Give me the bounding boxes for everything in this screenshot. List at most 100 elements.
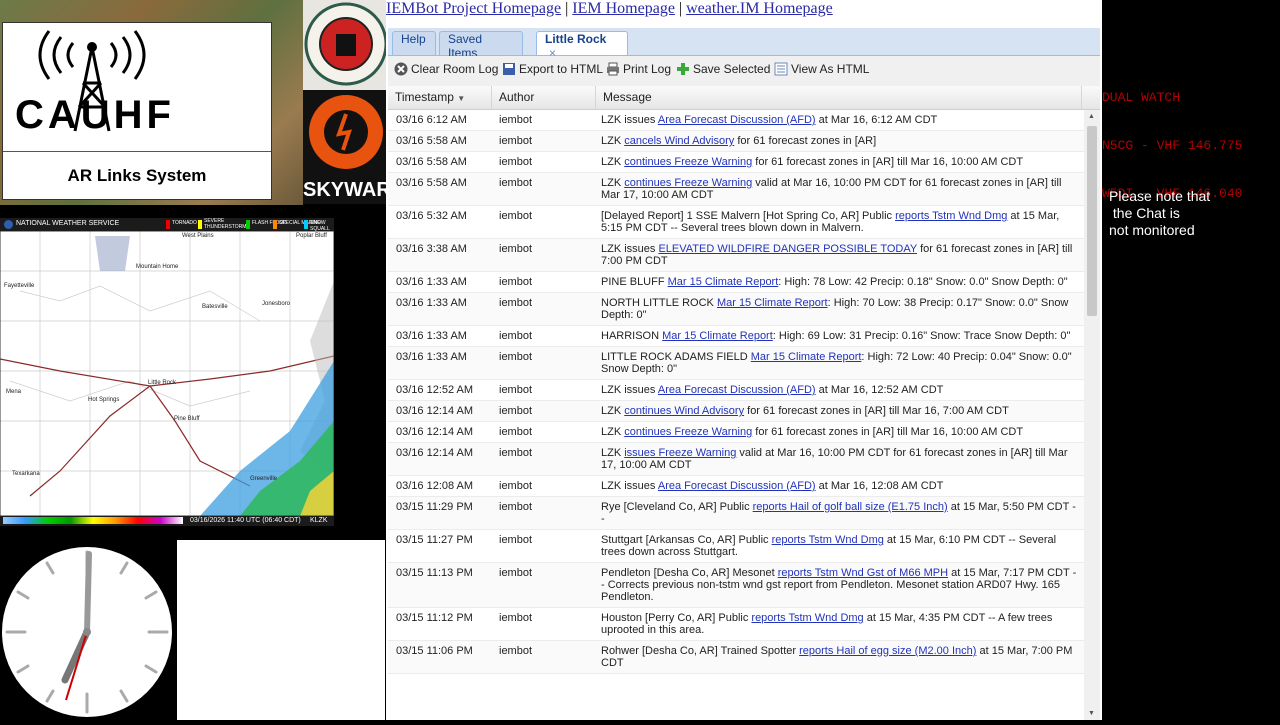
table-row[interactable]: 03/15 11:13 PM iembot Pendleton [Desha Co,… [388, 563, 1084, 608]
message-link[interactable]: reports Tstm Wnd Dmg [895, 210, 1007, 222]
city-label: Batesville [202, 304, 228, 310]
cell-author: iembot [499, 156, 533, 168]
table-row[interactable]: 03/16 6:12 AM iembot LZK issues Area Forec… [388, 110, 1084, 131]
cell-author: iembot [499, 243, 533, 255]
table-row[interactable]: 03/16 3:38 AM iembot LZK issues ELEVATED W… [388, 239, 1084, 272]
table-row[interactable]: 03/16 12:14 AM iembot LZK issues Freeze Wa… [388, 443, 1084, 476]
message-link[interactable]: Area Forecast Discussion (AFD) [658, 114, 816, 126]
view-as-html-button[interactable]: View As HTML [774, 62, 869, 80]
cell-timestamp: 03/16 12:14 AM [396, 405, 474, 417]
column-header-timestamp[interactable]: Timestamp ▼ [388, 86, 492, 109]
message-link[interactable]: Mar 15 Climate Report [717, 297, 828, 309]
tab-bar: Help Saved Items Little Rock × [388, 28, 1100, 60]
table-row[interactable]: 03/16 5:58 AM iembot LZK continues Freeze … [388, 173, 1084, 206]
message-text: LZK [601, 135, 625, 147]
table-row[interactable]: 03/16 12:08 AM iembot LZK issues Area Fore… [388, 476, 1084, 497]
clock-minute-hand [84, 551, 92, 635]
column-header-label: Timestamp [395, 90, 454, 104]
message-link[interactable]: reports Hail of golf ball size (E1.75 In… [753, 501, 948, 513]
cell-author: iembot [499, 501, 533, 513]
scrollbar-thumb[interactable] [1087, 126, 1097, 316]
message-link[interactable]: Area Forecast Discussion (AFD) [658, 480, 816, 492]
cell-timestamp: 03/16 5:32 AM [396, 210, 467, 222]
message-text: for 61 forecast zones in [AR] till Mar 1… [752, 156, 1024, 168]
cell-timestamp: 03/16 5:58 AM [396, 177, 467, 189]
message-link[interactable]: continues Freeze Warning [624, 156, 752, 168]
city-label: Mountain Home [136, 264, 179, 270]
tab-label: Little Rock [545, 32, 607, 46]
message-text: at Mar 16, 12:08 AM CDT [815, 480, 944, 492]
message-link[interactable]: issues Freeze Warning [624, 447, 736, 459]
view-as-html-label: View As HTML [791, 62, 870, 76]
message-link[interactable]: continues Wind Advisory [624, 405, 744, 417]
message-text: LZK issues [601, 114, 658, 126]
skywarn-logo: SKYWARN [303, 90, 406, 204]
link-iem-homepage[interactable]: IEM Homepage [572, 0, 675, 17]
table-row[interactable]: 03/16 5:32 AM iembot [Delayed Report] 1 SS… [388, 206, 1084, 239]
table-row[interactable]: 03/15 11:06 PM iembot Rohwer [Desha Co, AR… [388, 641, 1084, 674]
cell-message: Rye [Cleveland Co, AR] Public reports Ha… [601, 497, 1078, 529]
table-row[interactable]: 03/15 11:27 PM iembot Stuttgart [Arkansas … [388, 530, 1084, 563]
cell-author: iembot [499, 426, 533, 438]
cell-message: Rohwer [Desha Co, AR] Trained Spotter re… [601, 641, 1078, 673]
table-row[interactable]: 03/15 11:12 PM iembot Houston [Perry Co, A… [388, 608, 1084, 641]
message-link[interactable]: Area Forecast Discussion (AFD) [658, 384, 816, 396]
message-link[interactable]: cancels Wind Advisory [624, 135, 734, 147]
cell-message: NORTH LITTLE ROCK Mar 15 Climate Report:… [601, 293, 1078, 325]
table-row[interactable]: 03/16 5:58 AM iembot LZK continues Freeze … [388, 152, 1084, 173]
table-row[interactable]: 03/15 11:29 PM iembot Rye [Cleveland Co, A… [388, 497, 1084, 530]
message-link[interactable]: Mar 15 Climate Report [668, 276, 779, 288]
message-link[interactable]: continues Freeze Warning [624, 426, 752, 438]
message-text: LZK [601, 405, 625, 417]
message-link[interactable]: continues Freeze Warning [624, 177, 752, 189]
table-row[interactable]: 03/16 12:14 AM iembot LZK continues Wind A… [388, 401, 1084, 422]
column-header-label: Message [603, 90, 652, 104]
tab-saved-items[interactable]: Saved Items [439, 31, 523, 60]
message-link[interactable]: reports Tstm Wnd Dmg [772, 534, 884, 546]
tab-little-rock[interactable]: Little Rock × [536, 31, 628, 60]
table-row[interactable]: 03/16 1:33 AM iembot LITTLE ROCK ADAMS FIE… [388, 347, 1084, 380]
message-text: Houston [Perry Co, AR] Public [601, 612, 752, 624]
print-log-button[interactable]: Print Log [606, 62, 671, 80]
table-row[interactable]: 03/16 1:33 AM iembot NORTH LITTLE ROCK Mar… [388, 293, 1084, 326]
message-text: NORTH LITTLE ROCK [601, 297, 717, 309]
cell-message: LZK continues Freeze Warning for 61 fore… [601, 152, 1078, 172]
cell-message: LZK continues Freeze Warning valid at Ma… [601, 173, 1078, 205]
table-row[interactable]: 03/16 1:33 AM iembot HARRISON Mar 15 Clima… [388, 326, 1084, 347]
tab-help[interactable]: Help [392, 31, 436, 55]
save-selected-button[interactable]: Save Selected [676, 62, 770, 80]
table-row[interactable]: 03/16 1:33 AM iembot PINE BLUFF Mar 15 Cli… [388, 272, 1084, 293]
scroll-up-icon[interactable]: ▲ [1088, 113, 1095, 120]
plus-icon [677, 63, 689, 75]
message-link[interactable]: reports Tstm Wnd Gst of M66 MPH [778, 567, 948, 579]
message-text: PINE BLUFF [601, 276, 668, 288]
cell-author: iembot [499, 405, 533, 417]
logo-sub-text: AR Links System [3, 151, 271, 200]
cell-message: LZK continues Wind Advisory for 61 forec… [601, 401, 1078, 421]
link-weather-im-homepage[interactable]: weather.IM Homepage [686, 0, 833, 17]
cell-author: iembot [499, 210, 533, 222]
city-label: Greenville [250, 476, 278, 482]
message-link[interactable]: reports Hail of egg size (M2.00 Inch) [799, 645, 976, 657]
cell-message: LZK issues ELEVATED WILDFIRE DANGER POSS… [601, 239, 1078, 271]
table-row[interactable]: 03/16 5:58 AM iembot LZK cancels Wind Advi… [388, 131, 1084, 152]
skywarn-label: SKYWARN [303, 179, 406, 201]
column-header-author[interactable]: Author [492, 86, 596, 109]
message-link[interactable]: reports Tstm Wnd Dmg [751, 612, 863, 624]
cell-message: Houston [Perry Co, AR] Public reports Ts… [601, 608, 1078, 640]
link-iembot-homepage[interactable]: IEMBot Project Homepage [386, 0, 561, 17]
export-to-html-button[interactable]: Export to HTML [502, 62, 603, 80]
message-link[interactable]: Mar 15 Climate Report [662, 330, 773, 342]
vertical-scrollbar[interactable]: ▲ ▼ [1084, 110, 1100, 720]
legend-severe: SEVERE THUNDERSTORM [204, 218, 247, 230]
cell-author: iembot [499, 447, 533, 459]
clear-room-log-button[interactable]: Clear Room Log [394, 62, 498, 80]
table-row[interactable]: 03/16 12:14 AM iembot LZK continues Freeze… [388, 422, 1084, 443]
cell-timestamp: 03/15 11:06 PM [396, 645, 473, 657]
column-header-message[interactable]: Message [596, 86, 1082, 109]
table-row[interactable]: 03/16 12:52 AM iembot LZK issues Area Fore… [388, 380, 1084, 401]
message-link[interactable]: ELEVATED WILDFIRE DANGER POSSIBLE TODAY [658, 243, 917, 255]
scroll-down-icon[interactable]: ▼ [1088, 710, 1095, 717]
message-link[interactable]: Mar 15 Climate Report [751, 351, 862, 363]
cell-timestamp: 03/15 11:12 PM [396, 612, 473, 624]
